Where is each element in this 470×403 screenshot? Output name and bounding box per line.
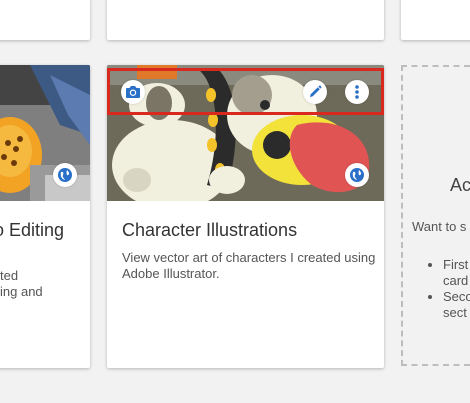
add-card-text: Want to s	[412, 219, 467, 234]
card-thumbnail	[107, 65, 384, 201]
add-card-title: Ac	[450, 175, 470, 195]
card-top-right[interactable]	[401, 0, 470, 40]
card-description: View vector art of characters I created …	[122, 250, 376, 281]
add-card-list: First card Seco sect	[403, 257, 470, 321]
card-thumbnail	[0, 65, 90, 201]
pencil-icon[interactable]	[303, 80, 327, 104]
card-description-line: ted	[0, 268, 19, 283]
card-character-illustrations[interactable]: Character Illustrations View vector art …	[107, 65, 384, 368]
add-card-placeholder[interactable]: Ac Want to s First card Seco sect	[401, 65, 470, 366]
card-photo-editing[interactable]: o Editing ted ing and	[0, 65, 90, 368]
camera-icon[interactable]	[121, 80, 145, 104]
globe-icon[interactable]	[345, 163, 369, 187]
card-top-middle[interactable]	[107, 0, 384, 40]
card-top-left[interactable]	[0, 0, 90, 40]
card-title: o Editing	[0, 220, 65, 240]
list-item: First	[443, 257, 470, 273]
globe-icon[interactable]	[53, 163, 77, 187]
list-item: sect	[443, 305, 467, 320]
card-title: Character Illustrations	[122, 220, 298, 240]
list-item: Seco	[443, 289, 470, 305]
more-vertical-icon[interactable]	[345, 80, 369, 104]
list-item: card	[443, 273, 469, 288]
card-description-line: ing and	[0, 284, 43, 299]
